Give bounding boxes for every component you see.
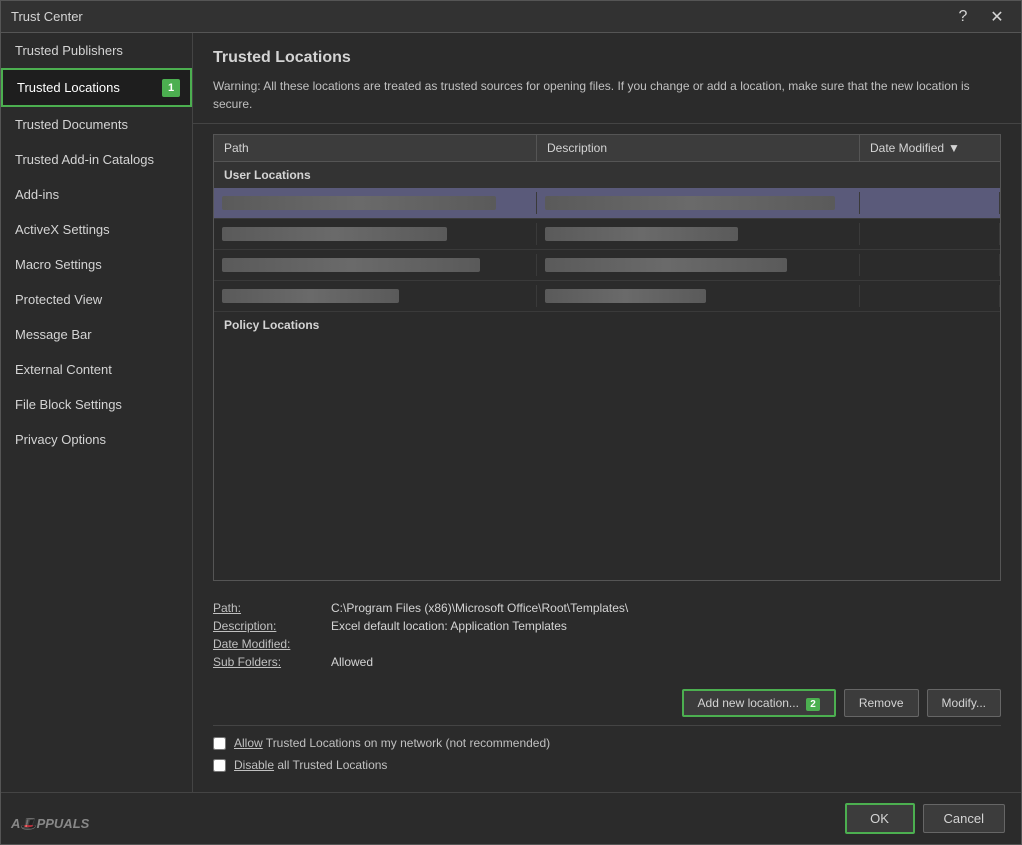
details-area: Path: C:\Program Files (x86)\Microsoft O… xyxy=(213,593,1001,681)
subfolders-value: Allowed xyxy=(331,655,373,669)
footer: OK Cancel xyxy=(1,792,1021,844)
panel-title: Trusted Locations xyxy=(213,49,1001,67)
disable-all-label[interactable]: Disable all Trusted Locations xyxy=(234,758,387,772)
allow-network-row: Allow Trusted Locations on my network (n… xyxy=(213,732,1001,754)
panel-content: Path Description Date Modified ▼ User Lo… xyxy=(193,124,1021,792)
action-buttons: Add new location... 2 Remove Modify... xyxy=(213,681,1001,725)
col-description: Description xyxy=(537,135,860,161)
sidebar-badge-trusted-locations: 1 xyxy=(162,79,180,97)
allow-network-checkbox[interactable] xyxy=(213,737,226,750)
sidebar-item-addins[interactable]: Add-ins xyxy=(1,177,192,212)
col-path: Path xyxy=(214,135,537,161)
sidebar-item-trusted-locations[interactable]: Trusted Locations1 xyxy=(1,68,192,107)
add-location-button[interactable]: Add new location... 2 xyxy=(682,689,836,717)
sort-arrow-icon: ▼ xyxy=(948,141,960,155)
description-label: Description: xyxy=(213,619,323,633)
close-button[interactable]: ✕ xyxy=(983,5,1011,29)
add-badge: 2 xyxy=(806,698,820,711)
main-panel: Trusted Locations Warning: All these loc… xyxy=(193,33,1021,792)
warning-text: Warning: All these locations are treated… xyxy=(213,77,1001,113)
help-button[interactable]: ? xyxy=(949,5,977,29)
policy-locations-header: Policy Locations xyxy=(214,312,1000,392)
locations-table: Path Description Date Modified ▼ User Lo… xyxy=(213,134,1001,581)
table-row[interactable] xyxy=(214,250,1000,281)
path-value: C:\Program Files (x86)\Microsoft Office\… xyxy=(331,601,628,615)
user-locations-header: User Locations xyxy=(214,162,1000,188)
sidebar-item-trusted-publishers[interactable]: Trusted Publishers xyxy=(1,33,192,68)
table-row[interactable] xyxy=(214,219,1000,250)
date-detail-row: Date Modified: xyxy=(213,637,1001,651)
path-detail-row: Path: C:\Program Files (x86)\Microsoft O… xyxy=(213,601,1001,615)
remove-button[interactable]: Remove xyxy=(844,689,919,717)
path-label: Path: xyxy=(213,601,323,615)
table-header: Path Description Date Modified ▼ xyxy=(214,135,1000,162)
col-date[interactable]: Date Modified ▼ xyxy=(860,135,1000,161)
title-controls: ? ✕ xyxy=(949,5,1011,29)
sidebar: Trusted PublishersTrusted Locations1Trus… xyxy=(1,33,193,792)
disable-all-checkbox[interactable] xyxy=(213,759,226,772)
ok-button[interactable]: OK xyxy=(845,803,915,834)
description-value: Excel default location: Application Temp… xyxy=(331,619,567,633)
appuals-logo: A🎩PPUALS xyxy=(11,816,89,832)
checkboxes-area: Allow Trusted Locations on my network (n… xyxy=(213,725,1001,782)
allow-network-label[interactable]: Allow Trusted Locations on my network (n… xyxy=(234,736,550,750)
disable-all-row: Disable all Trusted Locations xyxy=(213,754,1001,776)
table-row[interactable] xyxy=(214,188,1000,219)
sidebar-item-activex[interactable]: ActiveX Settings xyxy=(1,212,192,247)
trust-center-dialog: Trust Center ? ✕ Trusted PublishersTrust… xyxy=(0,0,1022,845)
sidebar-item-trusted-documents[interactable]: Trusted Documents xyxy=(1,107,192,142)
table-row[interactable] xyxy=(214,281,1000,312)
date-label: Date Modified: xyxy=(213,637,323,651)
panel-header: Trusted Locations Warning: All these loc… xyxy=(193,33,1021,124)
dialog-title: Trust Center xyxy=(11,9,83,24)
title-bar: Trust Center ? ✕ xyxy=(1,1,1021,33)
content-area: Trusted PublishersTrusted Locations1Trus… xyxy=(1,33,1021,792)
cancel-button[interactable]: Cancel xyxy=(923,804,1005,833)
sidebar-item-macro[interactable]: Macro Settings xyxy=(1,247,192,282)
sidebar-item-privacy[interactable]: Privacy Options xyxy=(1,422,192,457)
description-detail-row: Description: Excel default location: App… xyxy=(213,619,1001,633)
subfolders-detail-row: Sub Folders: Allowed xyxy=(213,655,1001,669)
sidebar-item-message-bar[interactable]: Message Bar xyxy=(1,317,192,352)
subfolders-label: Sub Folders: xyxy=(213,655,323,669)
modify-button[interactable]: Modify... xyxy=(927,689,1001,717)
sidebar-item-protected-view[interactable]: Protected View xyxy=(1,282,192,317)
sidebar-item-trusted-addins[interactable]: Trusted Add-in Catalogs xyxy=(1,142,192,177)
sidebar-item-file-block[interactable]: File Block Settings xyxy=(1,387,192,422)
sidebar-item-external-content[interactable]: External Content xyxy=(1,352,192,387)
